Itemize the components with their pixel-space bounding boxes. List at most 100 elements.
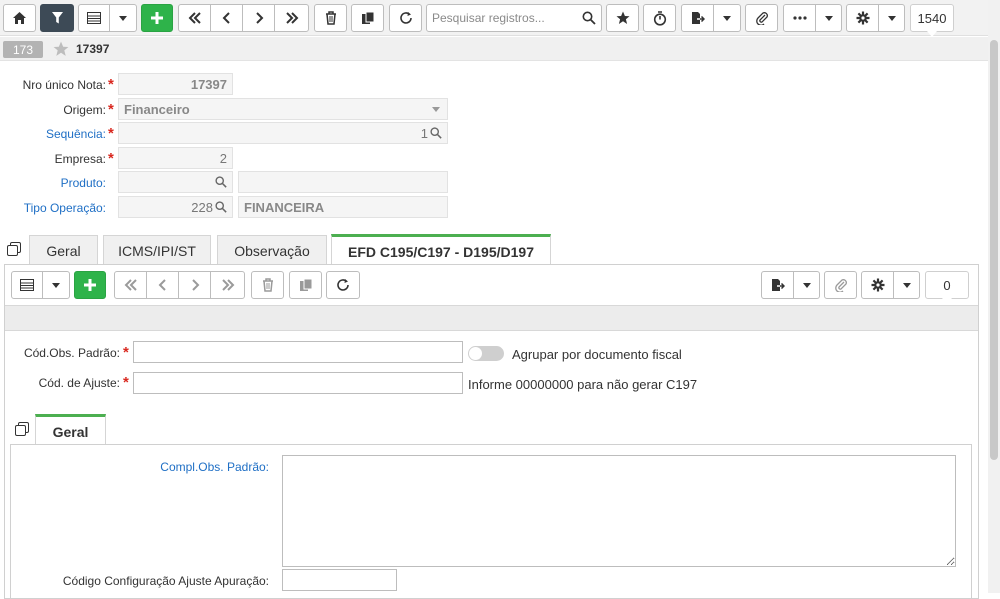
filter-button[interactable]: [40, 4, 74, 32]
compl-obs-padrao-label[interactable]: Compl.Obs. Padrão:: [0, 460, 269, 474]
tipo-operacao-description-field: FINANCEIRA: [238, 196, 448, 218]
grid-icon: [87, 12, 101, 24]
double-chevron-right-icon: [285, 12, 298, 24]
copy-icon: [299, 278, 312, 291]
nro-unico-field: 17397: [118, 73, 233, 95]
record-number: 17397: [76, 42, 110, 56]
empresa-label: Empresa:: [54, 152, 106, 166]
detail-refresh-button[interactable]: [326, 271, 360, 299]
chevron-down-icon: [802, 282, 811, 288]
codigo-config-input[interactable]: [282, 569, 397, 591]
detail-grid-view-dropdown[interactable]: [42, 271, 70, 299]
required-marker: *: [108, 150, 114, 167]
grid-view-dropdown[interactable]: [109, 4, 137, 32]
chevron-right-icon: [255, 12, 263, 24]
export-file-icon: [771, 279, 785, 291]
detail-copy-button[interactable]: [289, 271, 322, 299]
settings-dropdown[interactable]: [878, 4, 905, 32]
settings-button[interactable]: [846, 4, 879, 32]
page-scrollbar[interactable]: [988, 0, 1000, 593]
delete-button[interactable]: [314, 4, 347, 32]
subtab-geral[interactable]: Geral: [35, 414, 106, 446]
detail-export-dropdown[interactable]: [793, 271, 820, 299]
search-box[interactable]: [426, 4, 602, 32]
sequencia-value: 1: [420, 125, 428, 141]
required-marker: *: [123, 374, 129, 391]
required-marker: *: [108, 76, 114, 93]
previous-record-button[interactable]: [210, 4, 243, 32]
cod-obs-padrao-input[interactable]: [133, 341, 463, 363]
star-icon: [616, 11, 629, 24]
cod-ajuste-input[interactable]: [133, 372, 463, 394]
detail-delete-button[interactable]: [251, 271, 284, 299]
last-record-button[interactable]: [274, 4, 309, 32]
plus-icon: [84, 279, 96, 291]
detail-next-button[interactable]: [178, 271, 211, 299]
compl-obs-padrao-textarea[interactable]: [282, 455, 956, 567]
export-file-icon: [691, 12, 705, 24]
toggle-knob: [469, 347, 482, 360]
chevron-left-icon: [222, 12, 230, 24]
gear-icon: [871, 278, 884, 292]
sequencia-label[interactable]: Sequência:: [0, 127, 106, 141]
detail-export-button[interactable]: [761, 271, 794, 299]
origem-label: Origem:: [63, 103, 106, 117]
tab-observacao[interactable]: Observação: [217, 235, 327, 265]
tab-icms-ipi-st[interactable]: ICMS/IPI/ST: [103, 235, 211, 265]
chevron-down-icon: [902, 282, 911, 288]
first-record-button[interactable]: [178, 4, 211, 32]
grid-icon: [20, 279, 34, 291]
timer-button[interactable]: [643, 4, 676, 32]
copy-tabs-icon[interactable]: [14, 422, 30, 438]
double-chevron-right-icon: [221, 279, 234, 291]
refresh-button[interactable]: [389, 4, 422, 32]
gear-icon: [856, 11, 869, 25]
star-outline-icon[interactable]: [53, 41, 69, 57]
export-dropdown[interactable]: [713, 4, 741, 32]
scrollbar-thumb[interactable]: [990, 40, 998, 460]
copy-icon: [361, 11, 374, 24]
origem-select[interactable]: Financeiro: [118, 98, 448, 120]
more-actions-dropdown[interactable]: [815, 4, 842, 32]
detail-first-button[interactable]: [114, 271, 147, 299]
attachment-button[interactable]: [745, 4, 778, 32]
search-icon[interactable]: [582, 11, 596, 25]
search-icon[interactable]: [215, 201, 227, 213]
double-chevron-left-icon: [124, 279, 137, 291]
grid-view-button[interactable]: [78, 4, 110, 32]
search-icon[interactable]: [215, 176, 227, 188]
search-icon[interactable]: [430, 127, 442, 139]
detail-settings-dropdown[interactable]: [893, 271, 920, 299]
favorite-button[interactable]: [606, 4, 639, 32]
next-record-button[interactable]: [242, 4, 275, 32]
produto-code-field[interactable]: [118, 171, 233, 193]
agrupar-toggle[interactable]: [468, 346, 504, 361]
sequencia-field[interactable]: 1: [118, 122, 448, 144]
required-marker: *: [108, 125, 114, 142]
copy-button[interactable]: [351, 4, 384, 32]
produto-label[interactable]: Produto:: [0, 176, 106, 190]
add-button[interactable]: [141, 4, 173, 32]
detail-attachment-button[interactable]: [824, 271, 857, 299]
more-actions-button[interactable]: [783, 4, 816, 32]
produto-description-field: [238, 171, 448, 193]
detail-settings-button[interactable]: [861, 271, 894, 299]
record-count-badge: 1540: [910, 4, 954, 37]
copy-tabs-icon[interactable]: [6, 242, 22, 258]
home-button[interactable]: [3, 4, 36, 32]
origem-value: Financeiro: [124, 101, 190, 117]
tab-geral[interactable]: Geral: [29, 235, 98, 265]
detail-previous-button[interactable]: [146, 271, 179, 299]
export-button[interactable]: [681, 4, 714, 32]
trash-icon: [262, 278, 273, 292]
tab-efd[interactable]: EFD C195/C197 - D195/D197: [331, 234, 551, 266]
tipo-operacao-label[interactable]: Tipo Operação:: [0, 201, 106, 215]
detail-grid-view-button[interactable]: [11, 271, 43, 299]
refresh-icon: [399, 12, 412, 24]
detail-last-button[interactable]: [210, 271, 245, 299]
tipo-operacao-code-field[interactable]: 228: [118, 196, 233, 218]
detail-add-button[interactable]: [74, 271, 106, 299]
search-input[interactable]: [430, 6, 580, 30]
chevron-left-icon: [158, 279, 166, 291]
chevron-down-icon: [52, 282, 60, 288]
